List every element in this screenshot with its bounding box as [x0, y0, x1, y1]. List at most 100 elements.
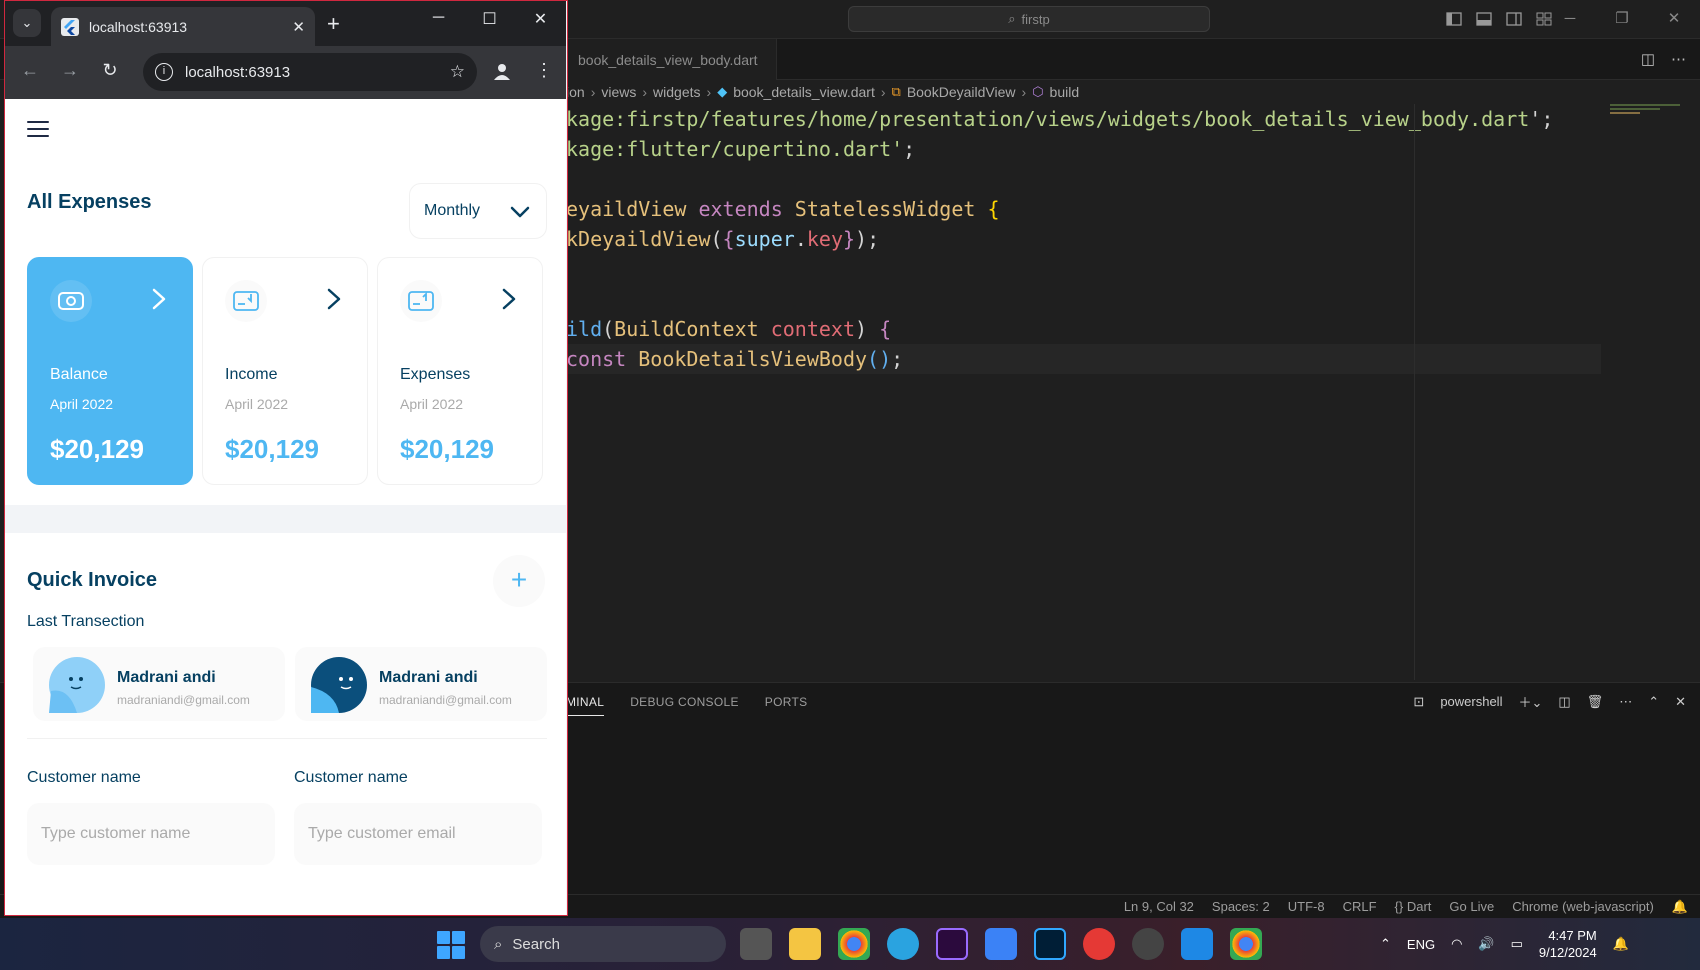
volume-icon[interactable]: 🔊: [1478, 936, 1494, 952]
split-editor-icon[interactable]: ◫: [1641, 50, 1655, 68]
breadcrumb-item[interactable]: BookDeyaildView: [907, 84, 1016, 100]
windows-taskbar: ⌕ Search ⌃ ENG ◠ 🔊 ▭ 4:47 PM 9/12/2024 🔔: [0, 918, 1700, 970]
status-device[interactable]: Chrome (web-javascript): [1512, 899, 1654, 915]
store-icon[interactable]: [985, 928, 1017, 960]
breadcrumb-item[interactable]: widgets: [653, 84, 700, 100]
chrome-menu-icon[interactable]: ⋮: [535, 60, 553, 81]
code-line[interactable]: const BookDetailsViewBody();: [566, 344, 1601, 374]
wifi-icon[interactable]: ◠: [1451, 936, 1462, 952]
customer-email-input[interactable]: [294, 803, 542, 865]
clock[interactable]: 4:47 PM 9/12/2024: [1539, 927, 1597, 961]
expenses-card[interactable]: Expenses April 2022 $20,129: [377, 257, 543, 485]
toggle-sidebar-icon[interactable]: [1445, 10, 1463, 28]
windows-start-icon[interactable]: [437, 931, 465, 959]
status-indent[interactable]: Spaces: 2: [1212, 899, 1270, 915]
customer-name-input[interactable]: [27, 803, 275, 865]
breadcrumb-item[interactable]: ion: [566, 84, 585, 100]
more-actions-icon[interactable]: ⋯: [1671, 50, 1686, 68]
profile-icon[interactable]: [492, 62, 512, 82]
chevron-up-icon[interactable]: ⌃: [1380, 936, 1391, 952]
tab-ports[interactable]: PORTS: [765, 695, 808, 716]
notification-bell-icon[interactable]: 🔔: [1613, 936, 1629, 952]
status-eol[interactable]: CRLF: [1343, 899, 1377, 915]
trash-icon[interactable]: 🗑: [1587, 694, 1604, 710]
minimap[interactable]: [1610, 104, 1690, 124]
tab-search-chevron-down-icon[interactable]: ⌄: [13, 9, 41, 37]
status-language[interactable]: {} Dart: [1395, 899, 1432, 915]
close-tab-icon[interactable]: ✕: [292, 18, 305, 36]
code-line[interactable]: [566, 164, 1601, 194]
status-cursor[interactable]: Ln 9, Col 32: [1124, 899, 1194, 915]
code-line[interactable]: kage:flutter/cupertino.dart';: [566, 134, 1601, 164]
chevron-down-icon: [508, 200, 532, 224]
breadcrumb-item[interactable]: book_details_view.dart: [733, 84, 875, 100]
search-icon: ⌕: [1008, 11, 1016, 26]
more-icon[interactable]: ⋯: [1619, 694, 1632, 710]
minimize-icon[interactable]: ─: [1544, 6, 1596, 32]
back-icon[interactable]: ←: [19, 60, 41, 81]
chevron-right-icon: ›: [880, 84, 886, 100]
command-center-search[interactable]: ⌕ firstp: [848, 6, 1210, 32]
app-icon[interactable]: [1083, 928, 1115, 960]
status-encoding[interactable]: UTF-8: [1288, 899, 1325, 915]
chevron-right-icon: ›: [706, 84, 712, 100]
close-panel-icon[interactable]: ✕: [1675, 694, 1686, 710]
address-bar[interactable]: i localhost:63913 ☆: [143, 53, 477, 91]
tab-debug-console[interactable]: DEBUG CONSOLE: [630, 695, 739, 716]
code-token: ';: [1529, 107, 1554, 131]
toggle-secondary-sidebar-icon[interactable]: [1505, 10, 1523, 28]
code-token: {: [879, 317, 892, 341]
toggle-panel-icon[interactable]: [1475, 10, 1493, 28]
vscode-icon[interactable]: [1181, 928, 1213, 960]
telegram-icon[interactable]: [887, 928, 919, 960]
code-line[interactable]: [566, 254, 1601, 284]
tab-terminal[interactable]: MINAL: [566, 695, 605, 716]
split-terminal-icon[interactable]: ◫: [1558, 694, 1570, 710]
balance-card[interactable]: Balance April 2022 $20,129: [27, 257, 193, 485]
breadcrumb-item[interactable]: views: [601, 84, 636, 100]
breadcrumb-item[interactable]: build: [1050, 84, 1080, 100]
user-email: madraniandi@gmail.com: [117, 693, 250, 707]
code-editor[interactable]: kage:firstp/features/home/presentation/v…: [566, 104, 1601, 374]
maximize-panel-icon[interactable]: ⌃: [1648, 694, 1659, 710]
code-line[interactable]: ild(BuildContext context) {: [566, 314, 1601, 344]
income-card[interactable]: Income April 2022 $20,129: [202, 257, 368, 485]
photoshop-icon[interactable]: [1034, 928, 1066, 960]
site-info-icon[interactable]: i: [155, 63, 173, 81]
close-icon[interactable]: ✕: [515, 9, 566, 29]
restore-icon[interactable]: ❐: [1596, 6, 1648, 32]
maximize-icon[interactable]: ☐: [464, 9, 515, 29]
chrome-icon[interactable]: [838, 928, 870, 960]
code-line[interactable]: [566, 284, 1601, 314]
editor-tab[interactable]: book_details_view_body.dart: [566, 39, 777, 80]
file-explorer-icon[interactable]: [789, 928, 821, 960]
transaction-user[interactable]: Madrani andi madraniandi@gmail.com: [33, 647, 285, 721]
period-dropdown[interactable]: Monthly: [409, 183, 547, 239]
forward-icon[interactable]: →: [59, 60, 81, 81]
code-line[interactable]: kDeyaildView({super.key});: [566, 224, 1601, 254]
language-indicator[interactable]: ENG: [1407, 937, 1435, 952]
reload-icon[interactable]: ↻: [99, 60, 121, 81]
code-line[interactable]: kage:firstp/features/home/presentation/v…: [566, 104, 1601, 134]
browser-tab[interactable]: localhost:63913 ✕: [51, 7, 315, 46]
clock-date: 9/12/2024: [1538, 945, 1597, 960]
premiere-icon[interactable]: [936, 928, 968, 960]
new-terminal-icon[interactable]: ＋⌄: [1518, 692, 1542, 711]
taskbar-search[interactable]: ⌕ Search: [480, 926, 726, 962]
transaction-user[interactable]: Madrani andi madraniandi@gmail.com: [295, 647, 547, 721]
chrome-active-icon[interactable]: [1230, 928, 1262, 960]
media-player-icon[interactable]: [1132, 928, 1164, 960]
close-icon[interactable]: ✕: [1648, 6, 1700, 32]
bookmark-star-icon[interactable]: ☆: [450, 62, 465, 82]
notifications-bell-icon[interactable]: 🔔: [1672, 899, 1688, 915]
hamburger-menu-icon[interactable]: [27, 121, 49, 142]
terminal-name[interactable]: powershell: [1440, 694, 1502, 709]
status-go-live[interactable]: Go Live: [1449, 899, 1494, 915]
new-tab-icon[interactable]: +: [327, 11, 340, 37]
layout-controls: [1445, 10, 1553, 28]
add-invoice-button[interactable]: +: [493, 555, 545, 607]
task-view-icon[interactable]: [740, 928, 772, 960]
code-line[interactable]: eyaildView extends StatelessWidget {: [566, 194, 1601, 224]
battery-icon[interactable]: ▭: [1511, 936, 1523, 952]
minimize-icon[interactable]: ─: [413, 9, 464, 29]
